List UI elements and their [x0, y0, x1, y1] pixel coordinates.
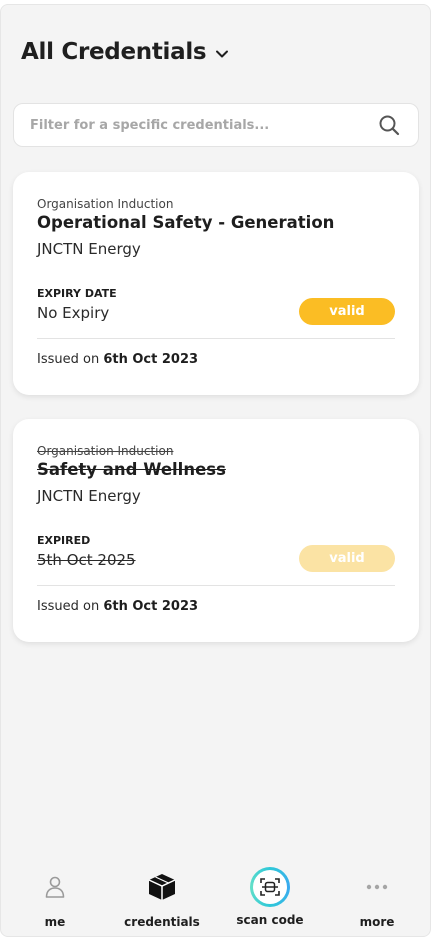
bottom-nav: me credentials scan code more — [1, 865, 430, 935]
issued-date: 6th Oct 2023 — [103, 599, 199, 614]
scan-code-icon — [248, 865, 292, 909]
issued-prefix: Issued on — [37, 599, 100, 614]
nav-label-more: more — [359, 915, 395, 929]
expiry-value: No Expiry — [37, 304, 110, 322]
card-divider — [37, 585, 395, 586]
issued-line: Issued on 6th Oct 2023 — [37, 599, 198, 614]
more-dots-icon — [355, 865, 399, 909]
credential-organisation: JNCTN Energy — [37, 240, 141, 258]
nav-item-credentials[interactable]: credentials — [117, 865, 207, 929]
credential-card[interactable]: Organisation Induction Operational Safet… — [13, 172, 419, 395]
credential-card[interactable]: Organisation Induction Safety and Wellne… — [13, 419, 419, 642]
issued-line: Issued on 6th Oct 2023 — [37, 352, 198, 367]
nav-item-more[interactable]: more — [332, 865, 422, 929]
expiry-label: EXPIRY DATE — [37, 287, 117, 300]
credential-title: Safety and Wellness — [37, 460, 226, 479]
status-badge: valid — [299, 545, 395, 572]
status-badge: valid — [299, 298, 395, 325]
nav-label-credentials: credentials — [124, 915, 200, 929]
page-title: All Credentials — [21, 39, 207, 65]
chevron-down-icon — [216, 50, 229, 58]
nav-label-me: me — [44, 915, 66, 929]
credential-type: Organisation Induction — [37, 197, 174, 211]
card-divider — [37, 338, 395, 339]
nav-label-scan-code: scan code — [236, 913, 304, 927]
credential-title: Operational Safety - Generation — [37, 213, 335, 232]
expiry-label: EXPIRED — [37, 534, 91, 547]
search-icon[interactable] — [378, 114, 400, 136]
search-box — [13, 103, 419, 147]
app-frame: All Credentials Organisation Induction O… — [0, 4, 431, 937]
credentials-filter-dropdown[interactable]: All Credentials — [21, 39, 229, 65]
credential-type: Organisation Induction — [37, 444, 174, 458]
credential-organisation: JNCTN Energy — [37, 487, 141, 505]
issued-prefix: Issued on — [37, 352, 100, 367]
search-input[interactable] — [30, 104, 360, 146]
person-icon — [33, 865, 77, 909]
expiry-value: 5th Oct 2025 — [37, 551, 136, 569]
credentials-icon — [140, 865, 184, 909]
issued-date: 6th Oct 2023 — [103, 352, 199, 367]
nav-item-scan-code[interactable]: scan code — [225, 865, 315, 927]
nav-item-me[interactable]: me — [10, 865, 100, 929]
